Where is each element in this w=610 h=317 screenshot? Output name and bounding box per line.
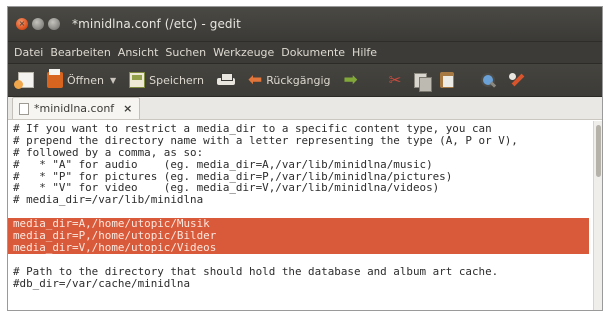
copy-button[interactable] [414,72,433,92]
menu-bar: Datei Bearbeiten Ansicht Suchen Werkzeug… [8,42,602,64]
scissors-icon: ✂ [388,71,402,89]
open-folder-icon [47,69,63,88]
open-button[interactable]: Öffnen ▼ [47,69,116,88]
undo-arrow-icon: ⬅ [248,70,263,90]
text-file-icon [19,102,29,115]
close-window-button[interactable]: × [16,18,28,30]
print-button[interactable] [217,73,235,87]
document-tab-bar: *minidlna.conf × [8,97,602,120]
editor-line: # prepend the directory name with a lett… [13,133,518,147]
save-button[interactable]: Speichern [129,72,204,88]
minimize-window-button[interactable] [32,18,44,30]
menu-suchen[interactable]: Suchen [165,46,206,59]
redo-arrow-icon: ➡ [343,70,358,90]
redo-button[interactable]: ➡ [343,70,376,90]
save-icon [129,72,146,88]
close-tab-icon[interactable]: × [123,102,132,115]
find-replace-icon [509,72,525,88]
maximize-window-button[interactable] [48,18,60,30]
new-document-button[interactable] [14,72,34,89]
chevron-down-icon[interactable]: ▼ [110,76,116,85]
menu-hilfe[interactable]: Hilfe [352,46,377,59]
tab-minidlna-conf[interactable]: *minidlna.conf × [12,97,141,119]
editor-line: #db_dir=/var/cache/minidlna [13,276,191,290]
editor-line: # * "A" for audio (eg. media_dir=A,/var/… [13,157,433,171]
paste-icon [440,72,455,88]
tab-label: *minidlna.conf [34,102,115,115]
editor-line: # Path to the directory that should hold… [13,264,499,278]
editor-line-selected: media_dir=V,/home/utopic/Videos [8,242,589,254]
undo-button[interactable]: ⬅ Rückgängig [248,70,331,90]
paste-button[interactable] [440,72,455,88]
menu-ansicht[interactable]: Ansicht [118,46,159,59]
gedit-window: × *minidlna.conf (/etc) - gedit Datei Be… [7,6,603,311]
menu-dokumente[interactable]: Dokumente [281,46,345,59]
find-button[interactable] [480,72,496,88]
save-label: Speichern [149,73,204,87]
menu-datei[interactable]: Datei [14,46,43,59]
open-label: Öffnen [67,73,104,87]
editor-line: # media_dir=/var/lib/minidlna [13,193,204,207]
window-title: *minidlna.conf (/etc) - gedit [72,17,241,31]
undo-label: Rückgängig [266,73,331,87]
vertical-scrollbar[interactable] [593,121,602,310]
magnifier-icon [480,72,496,88]
new-document-icon [14,72,34,89]
toolbar: Öffnen ▼ Speichern ⬅ Rückgängig ➡ ✂ [8,64,602,97]
text-editor[interactable]: # If you want to restrict a media_dir to… [8,121,595,310]
cut-button[interactable]: ✂ [389,72,402,88]
copy-icon [414,72,433,92]
menu-bearbeiten[interactable]: Bearbeiten [50,46,110,59]
print-icon [217,73,235,87]
editor-line: # followed by a comma, as so: [13,145,204,159]
replace-button[interactable] [509,72,525,88]
scrollbar-thumb[interactable] [596,125,601,177]
title-bar: × *minidlna.conf (/etc) - gedit [8,7,602,42]
menu-werkzeuge[interactable]: Werkzeuge [213,46,274,59]
